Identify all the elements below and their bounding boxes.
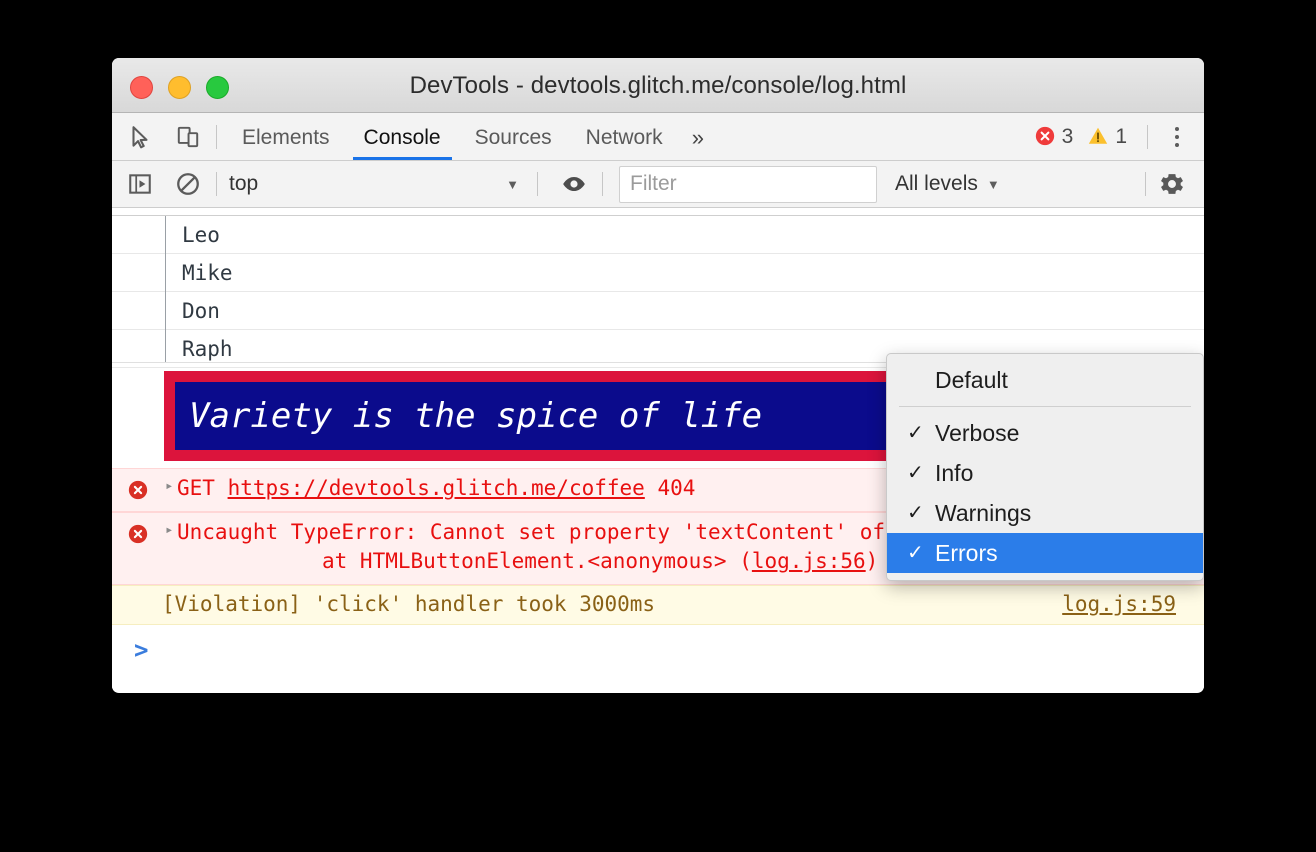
more-tabs-button[interactable]: » <box>680 113 716 160</box>
source-link[interactable]: log.js:59 <box>1062 592 1176 616</box>
error-count-icon <box>1034 125 1056 149</box>
styled-log-message-text: Variety is the spice of life <box>175 382 945 450</box>
menu-item-label: Errors <box>935 540 998 566</box>
chevron-down-icon: ▼ <box>506 176 519 192</box>
check-icon: ✓ <box>907 462 924 484</box>
table-row-clipped <box>112 208 1204 216</box>
menu-item-label: Warnings <box>935 500 1032 526</box>
log-levels-dropdown-button[interactable]: All levels ▼ <box>895 172 1000 196</box>
warning-count-icon <box>1087 125 1109 149</box>
menu-item-label: Verbose <box>935 420 1020 446</box>
error-icon <box>127 479 149 501</box>
menu-item-warnings[interactable]: ✓ Warnings <box>887 493 1203 533</box>
console-toolbar-divider-3 <box>602 172 603 196</box>
console-prompt[interactable]: > <box>112 625 1204 685</box>
table-cell-value: Leo <box>182 223 220 247</box>
console-message-area[interactable]: Leo Mike Don Raph Variety is the spice o… <box>112 208 1204 692</box>
console-toolbar-divider-1 <box>216 172 217 196</box>
window-title: DevTools - devtools.glitch.me/console/lo… <box>409 72 907 99</box>
table-row: Leo <box>112 216 1204 254</box>
prompt-caret-icon: > <box>134 636 149 664</box>
console-toolbar-divider-2 <box>537 172 538 196</box>
error-method: GET <box>177 476 228 500</box>
console-sidebar-toggle-icon[interactable] <box>120 164 160 204</box>
console-warning-message[interactable]: [Violation] 'click' handler took 3000ms … <box>112 585 1204 625</box>
tab-sources[interactable]: Sources <box>458 113 569 160</box>
expand-triangle-icon[interactable]: ▸ <box>165 478 173 494</box>
tab-console[interactable]: Console <box>347 113 458 160</box>
menu-item-errors[interactable]: ✓ Errors <box>887 533 1203 573</box>
error-icon <box>127 523 149 545</box>
live-expression-eye-icon[interactable] <box>554 164 594 204</box>
expand-triangle-icon[interactable]: ▸ <box>165 522 173 538</box>
menu-item-verbose[interactable]: ✓ Verbose <box>887 413 1203 453</box>
check-icon: ✓ <box>907 422 924 444</box>
kebab-dot-3 <box>1175 142 1179 147</box>
clear-console-icon[interactable] <box>168 164 208 204</box>
tab-network[interactable]: Network <box>569 113 680 160</box>
chevron-down-icon: ▼ <box>986 176 1000 192</box>
tabbar-divider-right <box>1147 124 1148 149</box>
menu-item-label: Default <box>935 367 1008 393</box>
window-titlebar: DevTools - devtools.glitch.me/console/lo… <box>112 58 1204 113</box>
devtools-window: DevTools - devtools.glitch.me/console/lo… <box>112 58 1204 693</box>
console-toolbar: top ▼ Filter All levels ▼ <box>112 161 1204 208</box>
log-levels-label: All levels <box>895 172 978 195</box>
filter-placeholder: Filter <box>630 172 677 195</box>
styled-log-message: Variety is the spice of life <box>164 371 956 461</box>
filter-input[interactable]: Filter <box>619 165 877 203</box>
more-options-icon[interactable] <box>1156 116 1198 158</box>
devtools-tabbar: Elements Console Sources Network » 3 1 <box>112 113 1204 161</box>
error-status-code: 404 <box>644 476 696 500</box>
execution-context-value: top <box>229 172 259 195</box>
table-cell-value: Mike <box>182 261 233 285</box>
table-row: Mike <box>112 254 1204 292</box>
issue-counters[interactable]: 3 1 <box>1034 125 1139 149</box>
error-stack-line: at HTMLButtonElement.<anonymous> (log.js… <box>322 549 878 573</box>
check-icon: ✓ <box>907 502 924 524</box>
stack-frame-prefix: at HTMLButtonElement.<anonymous> ( <box>322 549 752 573</box>
warning-message-text: [Violation] 'click' handler took 3000ms <box>162 592 656 616</box>
menu-item-default[interactable]: Default <box>887 360 1203 400</box>
kebab-dot-2 <box>1175 134 1179 139</box>
table-row: Don <box>112 292 1204 330</box>
stack-frame-link[interactable]: log.js:56 <box>752 549 866 573</box>
table-cell-value: Don <box>182 299 220 323</box>
device-toolbar-icon[interactable] <box>168 117 208 157</box>
log-levels-menu[interactable]: Default ✓ Verbose ✓ Info ✓ Warnings ✓ Er… <box>886 353 1204 581</box>
error-count-value: 3 <box>1061 124 1074 148</box>
console-toolbar-divider-4 <box>1145 172 1146 196</box>
menu-item-label: Info <box>935 460 974 486</box>
check-icon: ✓ <box>907 542 924 564</box>
menu-item-info[interactable]: ✓ Info <box>887 453 1203 493</box>
stack-frame-suffix: ) <box>865 549 879 573</box>
settings-gear-icon[interactable] <box>1154 166 1190 202</box>
inspect-element-icon[interactable] <box>120 117 160 157</box>
console-table: Leo Mike Don Raph <box>112 208 1204 368</box>
tabbar-divider <box>216 124 217 149</box>
tab-elements[interactable]: Elements <box>225 113 347 160</box>
kebab-dot-1 <box>1175 126 1179 131</box>
table-column-divider <box>165 216 166 363</box>
execution-context-select[interactable]: top ▼ <box>225 169 529 199</box>
menu-separator <box>899 406 1191 407</box>
error-url-link[interactable]: https://devtools.glitch.me/coffee <box>228 476 645 500</box>
warning-count-value: 1 <box>1115 124 1127 148</box>
